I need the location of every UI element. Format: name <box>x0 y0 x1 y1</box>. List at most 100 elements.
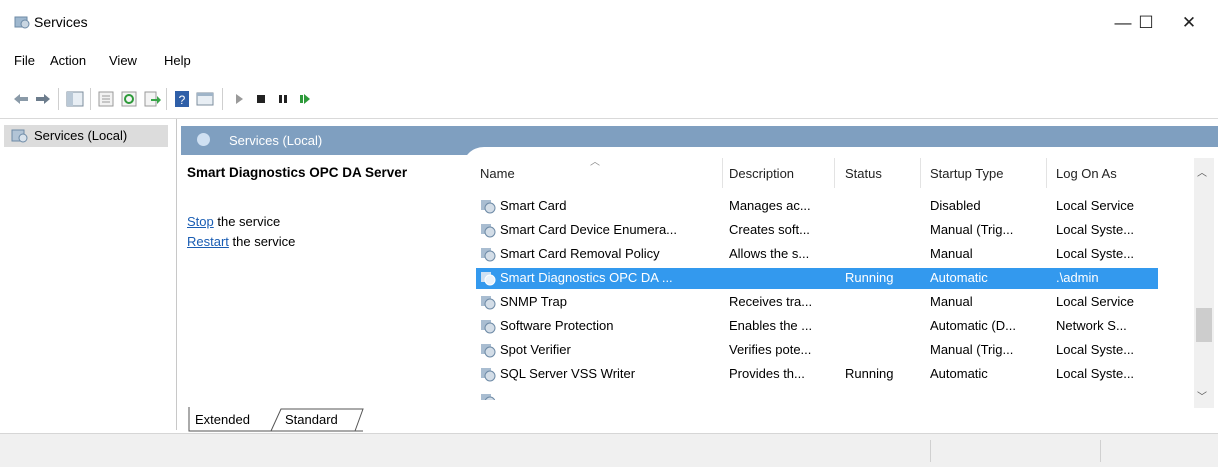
cell-log-on-as: Local Syste... <box>1056 342 1135 357</box>
column-divider[interactable] <box>722 158 723 188</box>
table-row[interactable]: Spot Verifier Verifies pote... Manual (T… <box>476 340 1158 361</box>
toolbar-separator <box>90 88 91 110</box>
toolbar-separator <box>58 88 59 110</box>
cell-startup-type: Automatic (D... <box>930 318 1016 333</box>
cell-startup-type: Manual (Trig... <box>930 222 1014 237</box>
table-row-selected[interactable]: Smart Diagnostics OPC DA ... Running Aut… <box>476 268 1158 289</box>
column-header-description[interactable]: Description <box>729 166 794 181</box>
column-header-status[interactable]: Status <box>845 166 882 181</box>
services-header-icon <box>197 133 210 146</box>
table-row[interactable]: SNMP Trap Receives tra... Manual Local S… <box>476 292 1158 313</box>
table-row-partial[interactable] <box>476 388 1158 400</box>
window-title: Services <box>34 14 88 30</box>
cell-log-on-as: Local Syste... <box>1056 366 1135 381</box>
restart-service-link[interactable]: Restart <box>187 234 229 249</box>
column-header-name[interactable]: Name <box>480 166 515 181</box>
table-row[interactable]: Smart Card Manages ac... Disabled Local … <box>476 196 1158 217</box>
forward-icon[interactable] <box>34 90 52 108</box>
cell-log-on-as: Local Service <box>1056 294 1135 309</box>
service-gear-icon <box>481 368 496 382</box>
title-bar: Services — ☐ ✕ <box>0 0 1218 44</box>
svg-text:?: ? <box>179 93 186 107</box>
tab-standard[interactable]: Standard <box>285 412 338 432</box>
service-gear-icon <box>481 320 496 334</box>
service-gear-icon <box>481 296 496 310</box>
cell-description: Creates soft... <box>729 222 810 237</box>
cell-log-on-as: Local Syste... <box>1056 222 1135 237</box>
stop-service-link[interactable]: Stop <box>187 214 214 229</box>
status-divider <box>1100 440 1101 462</box>
export-icon[interactable] <box>143 90 161 108</box>
restart-service-text: the service <box>228 234 296 249</box>
table-row[interactable]: Smart Card Device Enumera... Creates sof… <box>476 220 1158 241</box>
menu-help[interactable]: Help <box>164 53 191 68</box>
service-gear-icon <box>481 344 496 358</box>
mmc-view-icon[interactable] <box>196 90 214 108</box>
cell-description: Enables the ... <box>729 318 813 333</box>
column-divider[interactable] <box>920 158 921 188</box>
service-gear-icon <box>481 224 496 238</box>
cell-status: Running <box>845 270 894 285</box>
cell-log-on-as: Local Syste... <box>1056 246 1135 261</box>
service-gear-icon <box>481 394 496 400</box>
sort-ascending-icon: ︿ <box>590 157 600 168</box>
cell-log-on-as: Local Service <box>1056 198 1135 213</box>
tab-extended[interactable]: Extended <box>195 412 250 432</box>
cell-startup-type: Automatic <box>930 270 988 285</box>
menu-file[interactable]: File <box>14 53 35 68</box>
restart-service-line: Restart the service <box>187 234 295 249</box>
cell-startup-type: Automatic <box>930 366 988 381</box>
stop-service-text: the service <box>213 214 281 229</box>
back-icon[interactable] <box>12 90 30 108</box>
toolbar-separator <box>222 88 223 110</box>
properties-icon[interactable] <box>97 90 115 108</box>
menu-view[interactable]: View <box>109 53 137 68</box>
service-gear-icon <box>481 200 496 214</box>
table-row[interactable]: Software Protection Enables the ... Auto… <box>476 316 1158 337</box>
cell-description: Verifies pote... <box>729 342 812 357</box>
column-divider[interactable] <box>1046 158 1047 188</box>
cell-startup-type: Manual <box>930 294 973 309</box>
selected-service-name: Smart Diagnostics OPC DA Server <box>187 165 408 180</box>
cell-name: Software Protection <box>500 318 614 333</box>
column-header-log-on-as[interactable]: Log On As <box>1056 166 1117 181</box>
pause-service-icon[interactable] <box>274 90 292 108</box>
table-row[interactable]: SQL Server VSS Writer Provides th... Run… <box>476 364 1158 385</box>
refresh-icon[interactable] <box>120 90 138 108</box>
column-divider[interactable] <box>834 158 835 188</box>
show-hide-tree-icon[interactable] <box>66 90 84 108</box>
cell-status: Running <box>845 366 894 381</box>
stop-service-icon[interactable] <box>252 90 270 108</box>
help-icon[interactable]: ? <box>173 90 191 108</box>
scroll-down-icon[interactable]: ﹀ <box>1197 388 1207 403</box>
cell-startup-type: Manual (Trig... <box>930 342 1014 357</box>
vertical-scrollbar[interactable]: ︿ ﹀ <box>1194 158 1214 408</box>
cell-name: SQL Server VSS Writer <box>500 366 636 381</box>
maximize-button[interactable]: ☐ <box>1126 8 1166 38</box>
status-bar <box>0 433 1218 467</box>
scrollbar-thumb[interactable] <box>1196 308 1212 342</box>
services-gear-icon <box>11 129 28 143</box>
toolbar-separator <box>166 88 167 110</box>
table-row[interactable]: Smart Card Removal Policy Allows the s..… <box>476 244 1158 265</box>
resume-service-icon[interactable] <box>296 90 314 108</box>
cell-log-on-as: Network S... <box>1056 318 1127 333</box>
console-tree: Services (Local) <box>0 119 177 430</box>
cell-name: Smart Card <box>500 198 567 213</box>
start-service-icon[interactable] <box>230 90 248 108</box>
menu-bar: File Action View Help <box>0 50 1218 74</box>
pane-header-title: Services (Local) <box>229 133 323 148</box>
stop-service-line: Stop the service <box>187 214 280 229</box>
toolbar: ? <box>0 82 1218 119</box>
menu-action[interactable]: Action <box>50 53 86 68</box>
tree-item-services-local[interactable]: Services (Local) <box>4 125 168 147</box>
scroll-up-icon[interactable]: ︿ <box>1197 164 1207 179</box>
tree-item-label: Services (Local) <box>34 128 128 143</box>
column-header-startup-type[interactable]: Startup Type <box>930 166 1003 181</box>
view-tabs: Extended Standard <box>181 407 1218 433</box>
cell-description: Receives tra... <box>729 294 813 309</box>
cell-startup-type: Disabled <box>930 198 981 213</box>
close-button[interactable]: ✕ <box>1166 8 1212 38</box>
cell-name: SNMP Trap <box>500 294 567 309</box>
cell-description: Manages ac... <box>729 198 811 213</box>
